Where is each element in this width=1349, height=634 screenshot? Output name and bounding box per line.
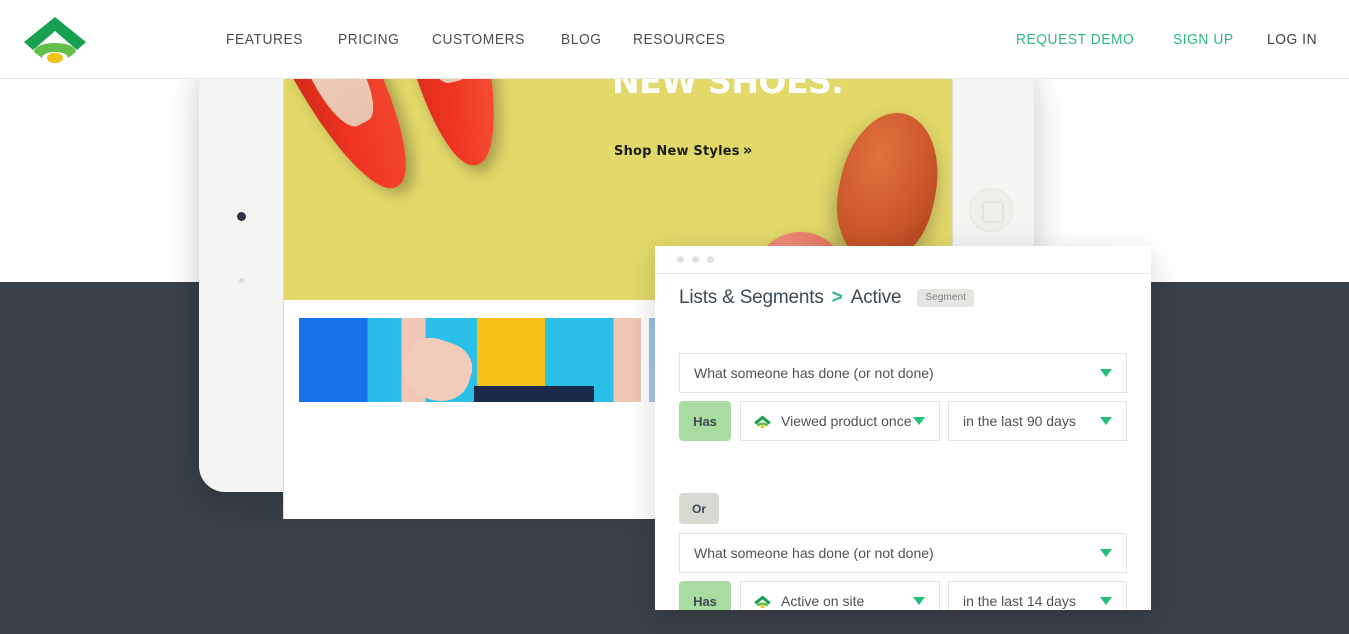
nav-item-features[interactable]: FEATURES xyxy=(226,31,303,48)
breadcrumb: Lists & Segments > Active Segment xyxy=(679,287,975,309)
trigger-select-2-label: What someone has done (or not done) xyxy=(694,545,934,561)
nav-item-customers[interactable]: CUSTOMERS xyxy=(432,31,525,48)
timeframe-select-1-label: in the last 90 days xyxy=(963,413,1076,429)
condition-row-1: Has Viewed product once in the last 90 d… xyxy=(679,401,1127,441)
timeframe-select-1[interactable]: in the last 90 days xyxy=(948,401,1127,441)
group-joiner-badge[interactable]: Or xyxy=(679,493,719,524)
trigger-select-2[interactable]: What someone has done (or not done) xyxy=(679,533,1127,573)
klaviyo-wifi-icon xyxy=(754,415,771,428)
segment-builder-panel: Lists & Segments > Active Segment What s… xyxy=(655,246,1151,610)
breadcrumb-separator-icon: > xyxy=(831,287,843,308)
operator-badge-1[interactable]: Has xyxy=(679,401,731,441)
nav-item-resources[interactable]: RESOURCES xyxy=(633,31,725,48)
request-demo-link[interactable]: REQUEST DEMO xyxy=(1016,31,1134,48)
operator-badge-2[interactable]: Has xyxy=(679,581,731,610)
sign-up-link[interactable]: SIGN UP xyxy=(1173,31,1234,48)
log-in-link[interactable]: LOG IN xyxy=(1267,31,1317,48)
klaviyo-logo-icon[interactable] xyxy=(20,14,90,64)
trigger-select-1-label: What someone has done (or not done) xyxy=(694,365,934,381)
segment-type-badge: Segment xyxy=(917,289,975,307)
trigger-select-1[interactable]: What someone has done (or not done) xyxy=(679,353,1127,393)
window-dot-icon-1 xyxy=(677,256,684,263)
group-joiner-wrap: Or xyxy=(679,493,1127,524)
chevron-down-icon xyxy=(913,417,925,425)
panel-titlebar xyxy=(655,246,1151,274)
metric-select-2-label: Active on site xyxy=(781,593,865,609)
window-dot-icon-2 xyxy=(692,256,699,263)
nav-item-blog[interactable]: BLOG xyxy=(561,31,602,48)
tablet-sensor-icon xyxy=(239,278,244,283)
condition-group-2: Or What someone has done (or not done) H… xyxy=(679,493,1127,610)
metric-select-1-label: Viewed product once xyxy=(781,413,912,429)
chevron-down-icon xyxy=(913,597,925,605)
metric-select-2[interactable]: Active on site xyxy=(740,581,940,610)
metric-select-1[interactable]: Viewed product once xyxy=(740,401,940,441)
primary-nav: FEATURES PRICING CUSTOMERS BLOG RESOURCE… xyxy=(226,0,734,79)
nav-item-pricing[interactable]: PRICING xyxy=(338,31,399,48)
banner-cta-label: Shop New Styles xyxy=(614,144,740,159)
page-root: FEATURES PRICING CUSTOMERS BLOG RESOURCE… xyxy=(0,0,1349,634)
timeframe-select-2[interactable]: in the last 14 days xyxy=(948,581,1127,610)
chevron-down-icon xyxy=(1100,549,1112,557)
tablet-camera-icon xyxy=(237,212,246,221)
banner-cta-link[interactable]: Shop New Styles» xyxy=(614,141,753,159)
tablet-home-button xyxy=(969,188,1013,232)
window-dot-icon-3 xyxy=(707,256,714,263)
klaviyo-wifi-icon xyxy=(754,595,771,608)
condition-group-1: What someone has done (or not done) Has … xyxy=(679,353,1127,441)
chevron-down-icon xyxy=(1100,417,1112,425)
breadcrumb-current: Active xyxy=(850,287,902,308)
site-header: FEATURES PRICING CUSTOMERS BLOG RESOURCE… xyxy=(0,0,1349,79)
timeframe-select-2-label: in the last 14 days xyxy=(963,593,1076,609)
double-chevron-right-icon: » xyxy=(742,141,753,159)
lifestyle-photo-left xyxy=(299,318,641,410)
chevron-down-icon xyxy=(1100,597,1112,605)
condition-row-2: Has Active on site in the last 14 days xyxy=(679,581,1127,610)
chevron-down-icon xyxy=(1100,369,1112,377)
breadcrumb-root[interactable]: Lists & Segments xyxy=(679,287,824,309)
secondary-nav: REQUEST DEMO SIGN UP LOG IN xyxy=(1016,0,1321,79)
